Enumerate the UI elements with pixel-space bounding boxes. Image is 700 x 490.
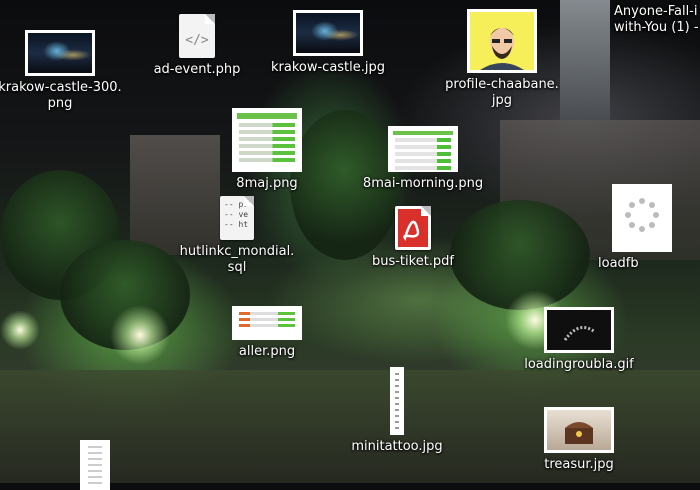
- pdf-file-icon: [395, 206, 431, 250]
- desktop-icon-loadfb[interactable]: loadfb: [598, 184, 700, 272]
- desktop-icon-krakow-castle[interactable]: krakow-castle.jpg: [258, 10, 398, 76]
- desktop-icon-profile-chaabane[interactable]: profile-chaabane. jpg: [432, 9, 572, 109]
- icon-label: loadfb: [598, 256, 639, 271]
- icon-label: krakow-castle-300. png: [0, 80, 122, 111]
- image-thumbnail: [25, 30, 95, 76]
- icon-label: minitattoo.jpg: [351, 439, 443, 454]
- icon-label: 8maj.png: [236, 176, 298, 191]
- icon-label: loadingroubla.gif: [524, 357, 634, 372]
- image-thumbnail: [232, 108, 302, 172]
- sql-file-icon: -- pr -- ve -- ht: [220, 196, 254, 240]
- image-thumbnail: [293, 10, 363, 56]
- icon-label: krakow-castle.jpg: [270, 60, 386, 75]
- desktop-icon-8maj[interactable]: 8maj.png: [197, 108, 337, 192]
- desktop-icon-bus-tiket[interactable]: bus-tiket.pdf: [343, 206, 483, 270]
- icon-label: 8mai-morning.png: [362, 176, 484, 191]
- icon-label: profile-chaabane. jpg: [445, 77, 559, 108]
- desktop-icon-hutlinkc-mondial[interactable]: -- pr -- ve -- ht hutlinkc_mondial. sql: [167, 196, 307, 276]
- sql-preview-text: -- pr -- ve -- ht: [224, 200, 249, 229]
- image-thumbnail: [388, 126, 458, 172]
- icon-label: ad-event.php: [153, 62, 241, 77]
- desktop-icon-anyone-fall[interactable]: Anyone-Fall-i with-You (1) -: [614, 4, 699, 36]
- icon-label: aller.png: [238, 344, 296, 359]
- icon-label: treasur.jpg: [544, 457, 614, 472]
- desktop-icon-minitattoo[interactable]: minitattoo.jpg: [327, 367, 467, 455]
- desktop-icon-8mai-morning[interactable]: 8mai-morning.png: [353, 126, 493, 192]
- desktop-icon-krakow-castle-300[interactable]: krakow-castle-300. png: [0, 30, 130, 112]
- image-thumbnail: [390, 367, 404, 435]
- php-file-icon: </>: [179, 14, 215, 58]
- image-thumbnail: [544, 307, 614, 353]
- image-thumbnail: [232, 306, 302, 340]
- background-light: [110, 305, 170, 365]
- desktop-icon-ad-event[interactable]: </> ad-event.php: [127, 14, 267, 78]
- avatar: [467, 9, 537, 73]
- image-thumbnail: [544, 407, 614, 453]
- desktop-icon-treasur[interactable]: treasur.jpg: [509, 407, 649, 473]
- icon-label: bus-tiket.pdf: [371, 254, 455, 269]
- icon-label: hutlinkc_mondial. sql: [179, 244, 295, 275]
- image-thumbnail: [612, 184, 672, 252]
- svg-text:</>: </>: [185, 33, 209, 48]
- background-light: [0, 310, 40, 350]
- desktop-icon-aller[interactable]: aller.png: [197, 306, 337, 360]
- desktop-icon-loadingroubla[interactable]: loadingroubla.gif: [509, 307, 649, 373]
